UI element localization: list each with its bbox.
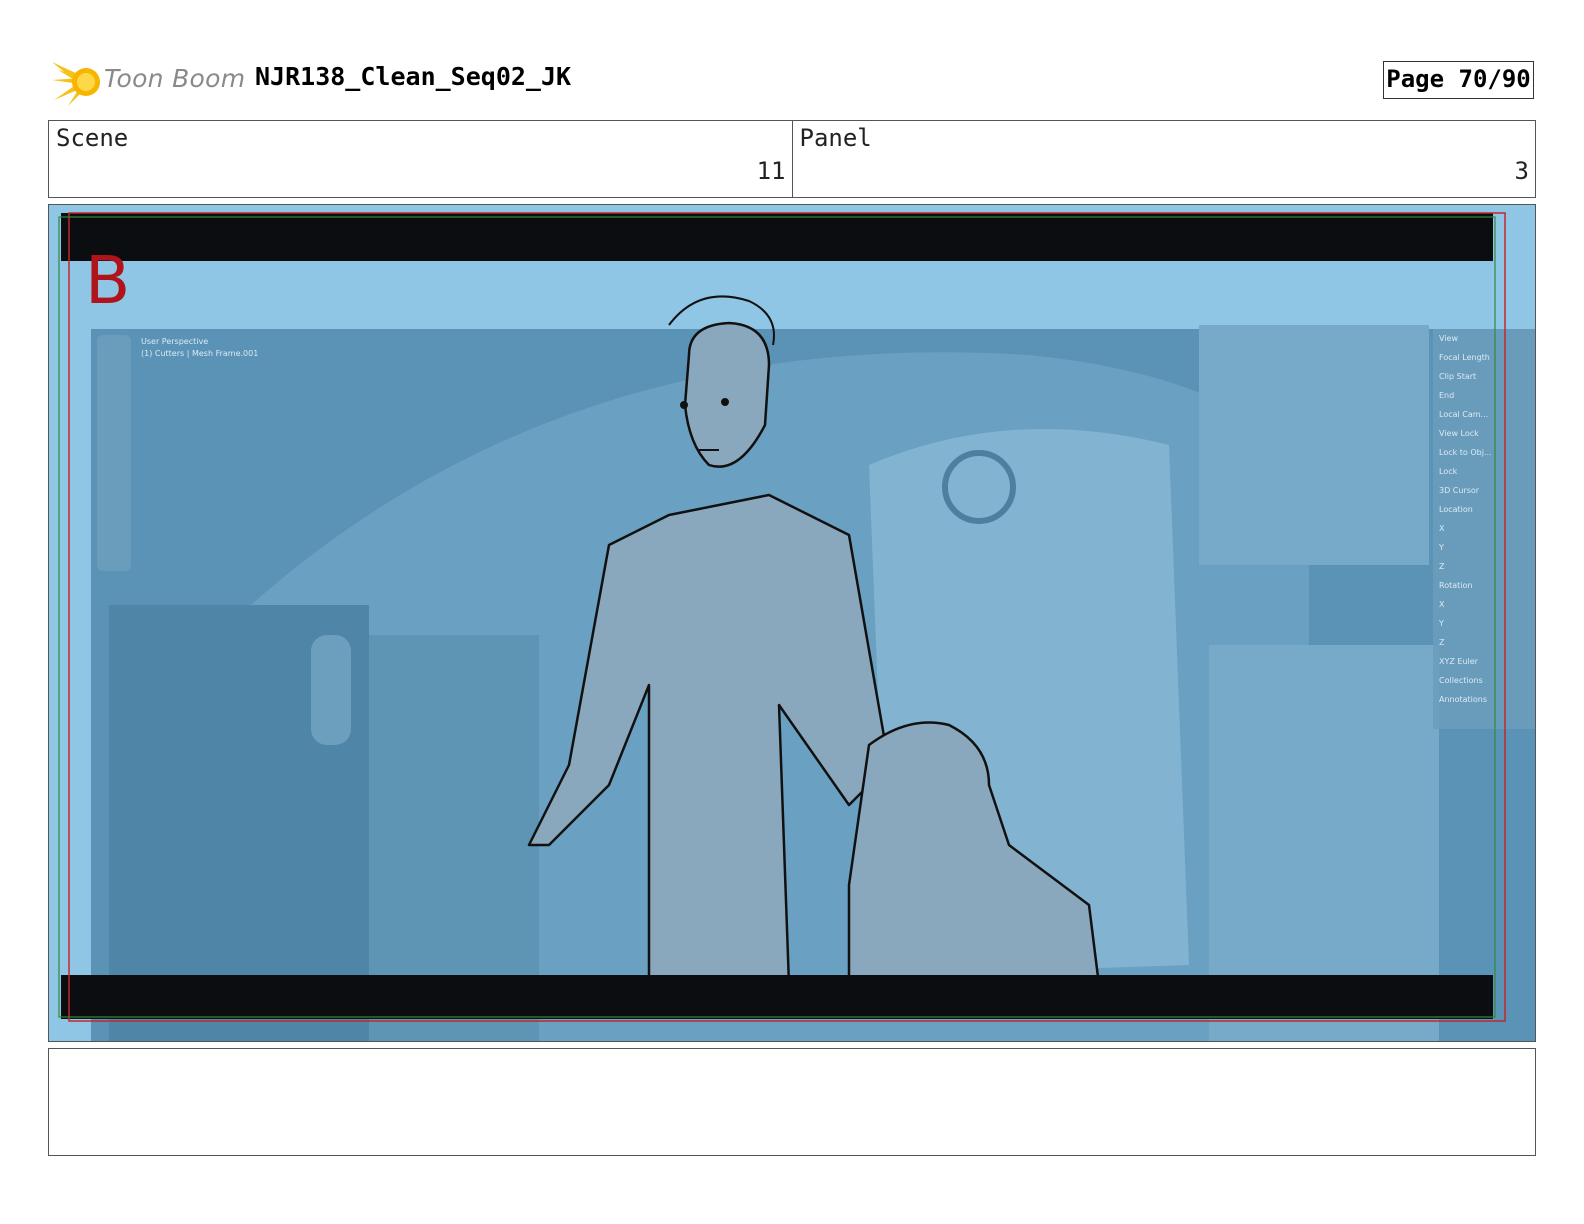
- viewport-object-label: (1) Cutters | Mesh Frame.001: [141, 349, 258, 358]
- viewport-sidebar-item: Y: [1438, 543, 1444, 552]
- fire-extinguisher: [311, 635, 351, 745]
- viewport-sidebar-item: XYZ Euler: [1439, 657, 1479, 666]
- viewport-sidebar-item: 3D Cursor: [1439, 486, 1480, 495]
- toon-boom-logo: Toon Boom: [52, 56, 246, 106]
- starburst-icon: [52, 62, 100, 106]
- panel-marker: B: [85, 242, 130, 319]
- viewport-sidebar-item: Location: [1439, 505, 1473, 514]
- letterbox-bottom: [61, 975, 1493, 1019]
- page-indicator: Page 70/90: [1383, 61, 1534, 99]
- panel-artwork: User Perspective (1) Cutters | Mesh Fram…: [49, 205, 1535, 1041]
- viewport-sidebar-item: Z: [1439, 562, 1445, 571]
- viewport-sidebar-item: Annotations: [1439, 695, 1487, 704]
- viewport-sidebar-item: Lock: [1439, 467, 1458, 476]
- scene-number: 11: [756, 157, 786, 185]
- viewport-perspective-label: User Perspective: [141, 337, 208, 346]
- viewport-sidebar-item: Focal Length: [1439, 353, 1490, 362]
- viewport-sidebar-item: Collections: [1439, 676, 1483, 685]
- storyboard-panel: User Perspective (1) Cutters | Mesh Fram…: [48, 204, 1536, 1042]
- panel-number: 3: [1514, 157, 1529, 185]
- panel-cell: Panel 3: [791, 121, 1536, 197]
- viewport-sidebar-item: Y: [1438, 619, 1444, 628]
- viewport-sidebar-item: Clip Start: [1439, 372, 1476, 381]
- panel-label: Panel: [799, 124, 872, 152]
- viewport-sidebar-item: Local Cam...: [1439, 410, 1488, 419]
- notes-box: [48, 1048, 1536, 1156]
- viewport-sidebar-item: X: [1439, 600, 1445, 609]
- viewport-sidebar-item: Z: [1439, 638, 1445, 647]
- viewport-sidebar-item: End: [1439, 391, 1454, 400]
- viewport-sidebar-item: View Lock: [1439, 429, 1479, 438]
- scene-panel-info: Scene 11 Panel 3: [48, 120, 1536, 198]
- viewport-sidebar-item: Lock to Obj...: [1439, 448, 1492, 457]
- viewport-sidebar-item: Rotation: [1439, 581, 1472, 590]
- viewport-sidebar-item: View: [1439, 334, 1458, 343]
- viewport-sidebar-item: X: [1439, 524, 1445, 533]
- scene-label: Scene: [56, 124, 129, 152]
- document-title: NJR138_Clean_Seq02_JK: [255, 62, 572, 91]
- logo-text: Toon Boom: [104, 64, 246, 93]
- viewport-toolbar: [97, 335, 131, 571]
- viewport-sidebar: [1433, 329, 1535, 729]
- scene-cell: Scene 11: [49, 121, 792, 197]
- right-mesh-panel-top: [1199, 325, 1429, 565]
- letterbox-top: [61, 213, 1493, 261]
